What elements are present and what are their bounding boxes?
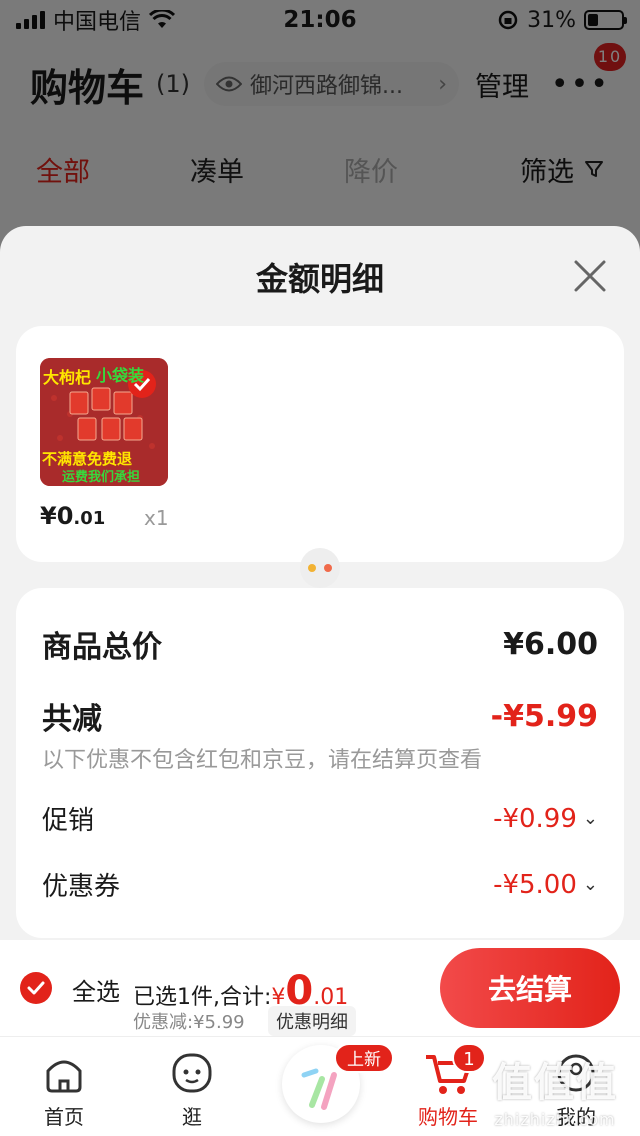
- coupon-row[interactable]: 优惠券 -¥5.00 ⌄: [42, 866, 598, 903]
- coupon-label: 优惠券: [42, 872, 121, 902]
- tab-browse[interactable]: 逛: [144, 1049, 240, 1130]
- discount-detail-button[interactable]: 优惠明细: [268, 1006, 356, 1036]
- watermark-text: 值值值: [492, 1060, 618, 1106]
- tab-cart-label: 购物车: [418, 1105, 478, 1129]
- total-price-row: 商品总价 ¥6.00: [42, 622, 598, 666]
- item-price-int: ¥0: [40, 502, 74, 530]
- discount-note: 以下优惠不包含红包和京豆，请在结算页查看: [42, 748, 483, 773]
- tab-browse-label: 逛: [182, 1105, 202, 1129]
- image-text-top: 大枸杞: [43, 368, 92, 387]
- tab-home-label: 首页: [44, 1105, 84, 1129]
- chevron-down-icon: ⌄: [582, 808, 598, 829]
- price-breakdown-card: 商品总价 ¥6.00 共减 -¥5.99 以下优惠不包含红包和京豆，请在结算页查…: [16, 588, 624, 938]
- reduction-row: 共减 -¥5.99: [42, 694, 598, 738]
- image-text-top2: 小袋装: [96, 366, 145, 385]
- watermark-url: zhizhizhi.com: [494, 1110, 616, 1129]
- promo-label: 促销: [42, 806, 95, 836]
- chevron-down-icon: ⌄: [582, 874, 598, 895]
- select-all-checkbox[interactable]: [20, 972, 52, 1004]
- indicator-dot: [308, 564, 316, 572]
- checkout-bar: 全选 已选1件,合计:¥0.01 优惠减:¥5.99 优惠明细 去结算: [0, 940, 640, 1036]
- item-price: ¥0.01: [40, 502, 105, 530]
- total-price-value: ¥6.00: [503, 626, 598, 662]
- promo-value: -¥0.99: [493, 803, 577, 834]
- new-arrivals-badge: 上新: [334, 1043, 394, 1073]
- items-card: 大枸杞 小袋装 不满意免费退 运费我们承担 ¥0.01 x1: [16, 326, 624, 562]
- check-icon: [27, 981, 45, 995]
- tab-home[interactable]: 首页: [16, 1049, 112, 1130]
- page-indicator: [300, 548, 340, 588]
- reduction-value: -¥5.99: [490, 698, 598, 734]
- selected-text: 已选1件,合计:: [133, 985, 272, 1010]
- promo-row[interactable]: 促销 -¥0.99 ⌄: [42, 800, 598, 837]
- product-image[interactable]: 大枸杞 小袋装 不满意免费退 运费我们承担: [40, 358, 168, 486]
- checkout-button[interactable]: 去结算: [440, 948, 620, 1028]
- close-icon[interactable]: [572, 258, 608, 294]
- item-quantity: x1: [144, 506, 169, 530]
- image-text-bottom2: 运费我们承担: [62, 470, 141, 485]
- discount-summary: 优惠减:¥5.99: [133, 1012, 245, 1033]
- watermark: 值值值 zhizhizhi.com: [492, 1050, 618, 1129]
- item-price-dec: .01: [73, 508, 106, 529]
- select-all-label[interactable]: 全选: [72, 972, 120, 1007]
- browse-face-icon: [172, 1053, 212, 1093]
- reduction-label: 共减: [42, 702, 102, 737]
- indicator-dot: [324, 564, 332, 572]
- cart-count-badge: 1: [452, 1043, 486, 1073]
- sheet-title: 金额明细: [255, 260, 384, 298]
- coupon-value: -¥5.00: [493, 869, 577, 900]
- home-icon: [46, 1060, 82, 1093]
- total-price-label: 商品总价: [42, 630, 162, 665]
